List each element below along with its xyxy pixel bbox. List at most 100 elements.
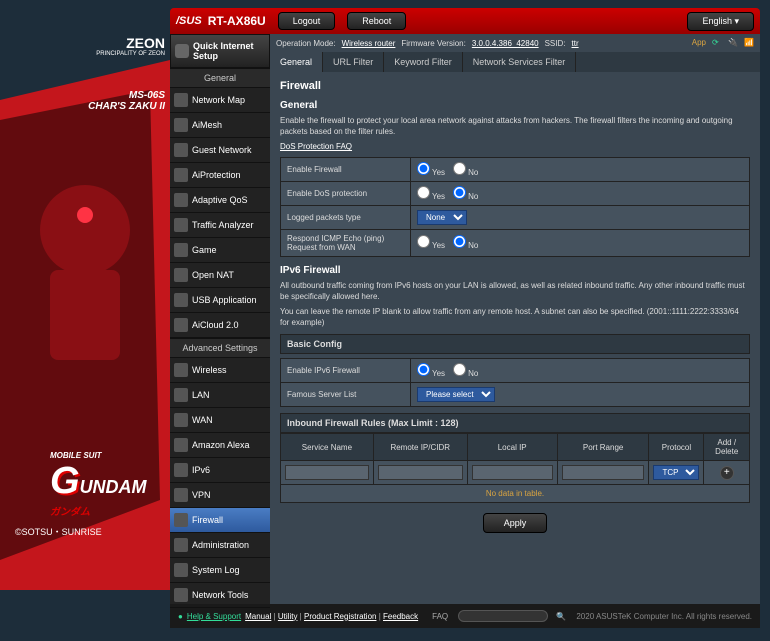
nav-ipv6[interactable]: IPv6 (170, 458, 270, 483)
service-name-input[interactable] (285, 465, 369, 480)
wifi-icon[interactable]: 📶 (744, 38, 754, 48)
op-mode-link[interactable]: Wireless router (342, 39, 396, 48)
nav-icon (174, 363, 188, 377)
nav-amazon-alexa[interactable]: Amazon Alexa (170, 433, 270, 458)
protocol-select[interactable]: TCP (653, 465, 699, 480)
local-ip-input[interactable] (472, 465, 553, 480)
nav-wan[interactable]: WAN (170, 408, 270, 433)
quick-internet-setup[interactable]: Quick Internet Setup (170, 34, 270, 68)
footer-utility-link[interactable]: Utility (278, 612, 298, 621)
footer-feedback-link[interactable]: Feedback (383, 612, 418, 621)
nav-icon (174, 563, 188, 577)
nav-icon (174, 463, 188, 477)
icmp-radio[interactable]: YesNo (411, 229, 750, 256)
language-button[interactable]: English ▾ (687, 12, 754, 31)
zeon-logo: ZEONPRINCIPALITY OF ZEON (96, 35, 165, 57)
footer-copyright: 2020 ASUSTeK Computer Inc. All rights re… (576, 612, 752, 621)
faq-label: FAQ (432, 612, 448, 621)
sidebar-advanced-header: Advanced Settings (170, 338, 270, 358)
enable-fw-label: Enable Firewall (281, 157, 411, 181)
usb-icon[interactable]: 🔌 (728, 38, 738, 48)
col-add-delete: Add / Delete (704, 434, 750, 461)
ssid-link[interactable]: ttr (572, 39, 579, 48)
port-range-input[interactable] (562, 465, 645, 480)
nav-firewall[interactable]: Firewall (170, 508, 270, 533)
nav-system-log[interactable]: System Log (170, 558, 270, 583)
nav-open-nat[interactable]: Open NAT (170, 263, 270, 288)
panel-title: Firewall (280, 80, 750, 92)
nav-icon (174, 488, 188, 502)
nav-adaptive-qos[interactable]: Adaptive QoS (170, 188, 270, 213)
logout-button[interactable]: Logout (278, 12, 336, 30)
tab-keyword-filter[interactable]: Keyword Filter (384, 52, 463, 72)
footer-manual-link[interactable]: Manual (245, 612, 271, 621)
enable-dos-radio[interactable]: YesNo (411, 181, 750, 205)
help-link[interactable]: Help & Support (187, 612, 241, 621)
nav-vpn[interactable]: VPN (170, 483, 270, 508)
tab-bar: GeneralURL FilterKeyword FilterNetwork S… (270, 52, 760, 72)
reboot-button[interactable]: Reboot (347, 12, 406, 30)
footer-product-registration-link[interactable]: Product Registration (304, 612, 376, 621)
app-link[interactable]: App (692, 38, 706, 48)
info-bar: Operation Mode: Wireless router Firmware… (270, 34, 760, 52)
icmp-label: Respond ICMP Echo (ping) Request from WA… (281, 229, 411, 256)
nav-traffic-analyzer[interactable]: Traffic Analyzer (170, 213, 270, 238)
refresh-icon[interactable]: ⟳ (712, 38, 722, 48)
theme-background: ZEONPRINCIPALITY OF ZEON MS-06SCHAR'S ZA… (0, 0, 170, 638)
qis-label: Quick Internet Setup (193, 41, 254, 61)
logged-select[interactable]: None (417, 210, 467, 225)
col-port-range: Port Range (557, 434, 649, 461)
nav-icon (174, 388, 188, 402)
tab-url-filter[interactable]: URL Filter (323, 52, 384, 72)
nav-icon (174, 513, 188, 527)
ipv6-desc1: All outbound traffic coming from IPv6 ho… (280, 280, 750, 302)
nav-administration[interactable]: Administration (170, 533, 270, 558)
nav-aimesh[interactable]: AiMesh (170, 113, 270, 138)
asus-logo: /SUS (176, 15, 202, 27)
nav-icon (174, 93, 188, 107)
add-rule-button[interactable]: + (720, 466, 734, 480)
remote-ip-input[interactable] (378, 465, 463, 480)
nav-aicloud-2.0[interactable]: AiCloud 2.0 (170, 313, 270, 338)
nav-aiprotection[interactable]: AiProtection (170, 163, 270, 188)
firewall-panel: Firewall General Enable the firewall to … (270, 72, 760, 604)
search-icon[interactable]: 🔍 (556, 612, 566, 621)
ipv6-desc2: You can leave the remote IP blank to all… (280, 306, 750, 328)
nav-game[interactable]: Game (170, 238, 270, 263)
nav-network-map[interactable]: Network Map (170, 88, 270, 113)
tab-general[interactable]: General (270, 52, 323, 72)
nav-icon (174, 118, 188, 132)
fw-link[interactable]: 3.0.0.4.386_42840 (472, 39, 539, 48)
tab-network-services-filter[interactable]: Network Services Filter (463, 52, 577, 72)
enable-fw-radio[interactable]: YesNo (411, 157, 750, 181)
col-local-ip: Local IP (467, 434, 557, 461)
nav-guest-network[interactable]: Guest Network (170, 138, 270, 163)
nav-icon (174, 143, 188, 157)
general-subtitle: General (280, 100, 750, 111)
col-service-name: Service Name (281, 434, 374, 461)
nav-icon (174, 438, 188, 452)
nav-wireless[interactable]: Wireless (170, 358, 270, 383)
nav-icon (174, 168, 188, 182)
famous-select[interactable]: Please select (417, 387, 495, 402)
basic-config-header: Basic Config (280, 334, 750, 354)
faq-search-input[interactable] (458, 610, 548, 622)
nav-lan[interactable]: LAN (170, 383, 270, 408)
gundam-logo: MOBILE SUIT GUNDAM ガンダム (50, 451, 147, 518)
col-protocol: Protocol (649, 434, 704, 461)
panel-desc: Enable the firewall to protect your loca… (280, 115, 750, 137)
nav-usb-application[interactable]: USB Application (170, 288, 270, 313)
col-remote-ip-cidr: Remote IP/CIDR (373, 434, 467, 461)
dos-faq-link[interactable]: DoS Protection FAQ (280, 142, 352, 151)
enable-dos-label: Enable DoS protection (281, 181, 411, 205)
nav-icon (174, 268, 188, 282)
router-model: RT-AX86U (208, 14, 266, 28)
qis-icon (175, 44, 189, 58)
apply-button[interactable]: Apply (483, 513, 548, 533)
nav-icon (174, 413, 188, 427)
nav-network-tools[interactable]: Network Tools (170, 583, 270, 608)
enable-ipv6-label: Enable IPv6 Firewall (281, 359, 411, 383)
nav-icon (174, 318, 188, 332)
enable-ipv6-radio[interactable]: YesNo (411, 359, 750, 383)
nav-icon (174, 193, 188, 207)
